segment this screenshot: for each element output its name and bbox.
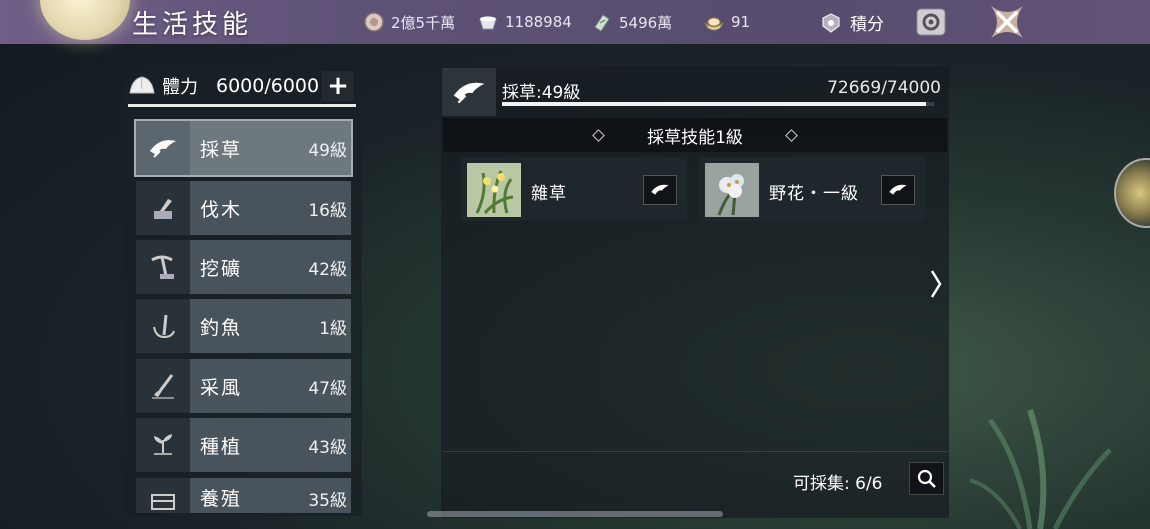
herb-hand-icon (651, 184, 669, 195)
side-menu-button[interactable] (1114, 158, 1150, 228)
gather-weed-button[interactable] (643, 175, 677, 205)
grass-decoration (969, 409, 1112, 529)
next-page-arrow-icon[interactable] (928, 268, 944, 300)
page-title: 生活技能 (132, 10, 253, 40)
material-item-weed[interactable]: 雜草 (461, 157, 687, 221)
gold-ingot-icon (704, 17, 724, 31)
material-item-wildflower[interactable]: 野花・一級 (699, 157, 925, 221)
tier-label: 採草技能1級 (647, 127, 743, 148)
wildflower-icon (705, 163, 759, 217)
teacup-icon (479, 16, 497, 30)
herb-hand-icon (150, 140, 176, 158)
currency-silver[interactable]: 2億5千萬 (363, 10, 455, 34)
add-stamina-button[interactable]: + (322, 71, 354, 101)
weed-icon (467, 163, 521, 217)
diamond-icon (592, 128, 605, 142)
detail-title: 採草:49級 (502, 83, 581, 103)
pickaxe-icon (151, 255, 174, 279)
detail-skill-icon (442, 68, 496, 116)
skill-item-sketching[interactable]: 采風 47級 (136, 359, 351, 413)
exp-progress-bar (502, 102, 934, 106)
search-button[interactable] (909, 462, 944, 495)
settings-gear-icon[interactable] (914, 6, 948, 38)
skill-item-logging[interactable]: 伐木 16級 (136, 181, 351, 235)
moon-decoration (40, 0, 130, 40)
horizontal-scrollbar[interactable] (427, 511, 723, 517)
skill-item-breeding[interactable]: 養殖 35級 (136, 478, 351, 513)
search-icon (917, 469, 936, 488)
silver-coin-icon (364, 12, 384, 32)
skill-item-fishing[interactable]: 釣魚 1級 (136, 299, 351, 353)
points-button[interactable]: 積分 (820, 10, 884, 35)
top-bar: 生活技能 2億5千萬 1188984 5496萬 91 積分 (0, 0, 1150, 44)
tier-header: 採草技能1級 (443, 118, 947, 152)
collectable-count: 可採集: 6/6 (793, 474, 883, 494)
brush-icon (152, 374, 174, 399)
currency-teacup[interactable]: 1188984 (477, 10, 572, 34)
skill-item-herb[interactable]: 採草 49級 (134, 119, 353, 177)
currency-jade[interactable]: 5496萬 (591, 10, 672, 34)
gather-wildflower-button[interactable] (881, 175, 915, 205)
herb-hand-icon (889, 184, 907, 195)
currency-gold[interactable]: 91 (703, 10, 750, 34)
jade-ticket-icon (594, 14, 610, 32)
exp-progress-fill (502, 102, 927, 106)
diamond-icon (785, 128, 798, 142)
skill-item-mining[interactable]: 挖礦 42級 (136, 240, 351, 294)
stamina-bun-icon (129, 76, 155, 94)
points-medal-icon (822, 12, 840, 33)
herb-hand-icon (453, 82, 485, 104)
sprout-icon (154, 434, 172, 455)
fishing-rod-icon (153, 314, 175, 339)
detail-exp: 72669/74000 (827, 78, 941, 98)
divider (443, 451, 947, 452)
stamina-underline (128, 104, 356, 107)
stamina-label: 體力 (162, 77, 198, 98)
skill-item-planting[interactable]: 種植 43級 (136, 418, 351, 472)
pen-icon (151, 494, 175, 510)
close-icon[interactable] (985, 0, 1029, 44)
stamina-value: 6000/6000 (216, 75, 320, 97)
axe-stump-icon (154, 199, 172, 219)
